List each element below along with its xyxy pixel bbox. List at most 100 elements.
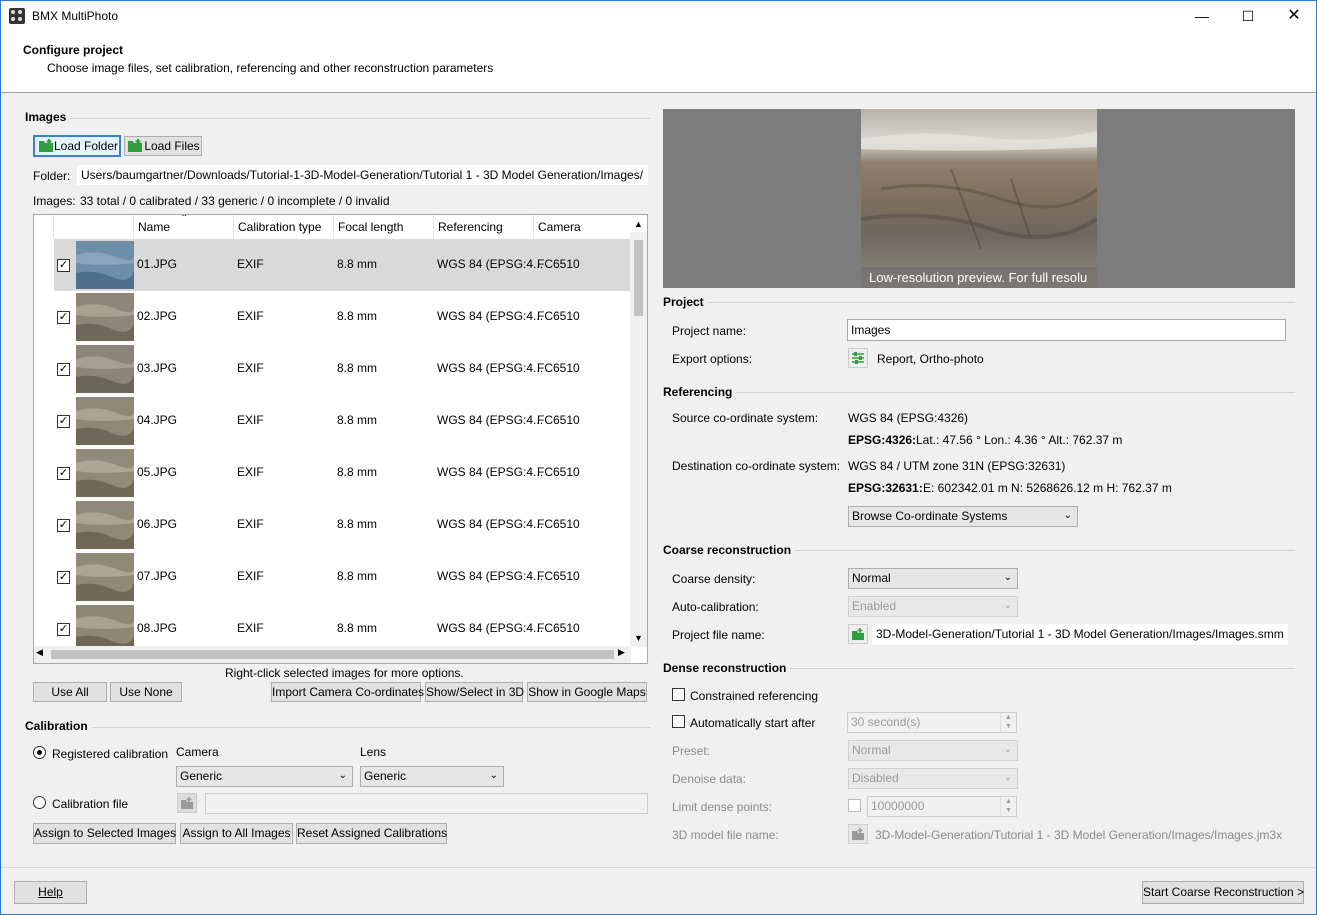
registered-calibration-radio[interactable] [33, 746, 46, 759]
table-vertical-scrollbar[interactable]: ▲ ▼ [630, 219, 647, 647]
reset-calibrations-button[interactable]: Reset Assigned Calibrations [296, 823, 447, 844]
use-all-button[interactable]: Use All [33, 682, 107, 702]
row-calibration: EXIF [237, 569, 264, 583]
row-referencing: WGS 84 (EPSG:4... [437, 465, 544, 479]
lens-select[interactable]: Generic ⌄ [360, 766, 504, 787]
table-row[interactable]: ✓ 01.JPG EXIF 8.8 mm WGS 84 (EPSG:4... FC6510 [54, 239, 631, 291]
scroll-right-icon[interactable]: ▶ [618, 647, 625, 658]
column-header-name[interactable]: Name ⌃ [134, 215, 234, 239]
load-folder-button[interactable]: Load Folder [33, 135, 121, 157]
page-title: Configure project [23, 43, 124, 57]
table-row[interactable]: ✓ 03.JPG EXIF 8.8 mm WGS 84 (EPSG:4... FC6510 [54, 343, 631, 395]
sort-ascending-icon: ⌃ [180, 214, 189, 224]
scroll-down-icon[interactable]: ▼ [630, 630, 647, 646]
camera-label: Camera [176, 745, 219, 759]
chevron-down-icon: ⌄ [489, 770, 498, 781]
row-name: 02.JPG [137, 309, 178, 323]
row-checkbox[interactable]: ✓ [57, 519, 70, 532]
destination-coordinates: E: 602342.01 m N: 5268626.12 m H: 762.37… [923, 481, 1172, 495]
preview-image [861, 109, 1097, 288]
export-settings-icon[interactable] [848, 348, 868, 368]
app-logo-icon [9, 8, 25, 24]
use-none-button[interactable]: Use None [110, 682, 182, 702]
row-checkbox[interactable]: ✓ [57, 259, 70, 272]
hscroll-thumb[interactable] [51, 650, 614, 659]
row-checkbox[interactable]: ✓ [57, 311, 70, 324]
row-name: 05.JPG [137, 465, 178, 479]
images-table[interactable]: Name ⌃ Calibration type Focal length Refe… [33, 214, 648, 664]
minimize-icon[interactable]: — [1179, 1, 1225, 31]
page-header: Configure project Choose image files, se… [1, 31, 1316, 93]
chevron-down-icon: ⌄ [1003, 744, 1012, 755]
project-file-name-label: Project file name: [672, 628, 765, 642]
row-camera: FC6510 [537, 517, 580, 531]
export-options-label: Export options: [672, 352, 753, 366]
auto-start-checkbox[interactable] [672, 715, 685, 728]
row-camera: FC6510 [537, 569, 580, 583]
show-google-maps-button[interactable]: Show in Google Maps [527, 682, 647, 702]
table-row[interactable]: ✓ 02.JPG EXIF 8.8 mm WGS 84 (EPSG:4... FC6510 [54, 291, 631, 343]
scroll-thumb[interactable] [634, 240, 643, 316]
row-checkbox[interactable]: ✓ [57, 571, 70, 584]
lens-select-value: Generic [364, 769, 407, 783]
folder-path-field[interactable]: /Users/baumgartner/Downloads/Tutorial-1-… [77, 165, 648, 185]
load-files-button[interactable]: Load Files [124, 136, 202, 156]
table-row[interactable]: ✓ 04.JPG EXIF 8.8 mm WGS 84 (EPSG:4... FC6510 [54, 395, 631, 447]
denoise-value: Disabled [852, 771, 899, 785]
row-referencing: WGS 84 (EPSG:4... [437, 361, 544, 375]
image-thumbnail [76, 553, 134, 601]
preset-select: Normal ⌄ [848, 740, 1018, 761]
scroll-up-icon[interactable]: ▲ [630, 216, 647, 232]
load-folder-label: Load Folder [53, 139, 119, 153]
constrained-referencing-label: Constrained referencing [690, 689, 819, 703]
maximize-icon[interactable]: ☐ [1225, 1, 1271, 31]
table-row[interactable]: ✓ 07.JPG EXIF 8.8 mm WGS 84 (EPSG:4... FC6510 [54, 551, 631, 603]
row-checkbox[interactable]: ✓ [57, 467, 70, 480]
scroll-left-icon[interactable]: ◀ [36, 647, 43, 658]
browse-calibration-file-icon[interactable] [177, 793, 197, 813]
column-header-calibration[interactable]: Calibration type [234, 215, 334, 239]
assign-selected-button[interactable]: Assign to Selected Images [33, 823, 176, 844]
row-referencing: WGS 84 (EPSG:4... [437, 413, 544, 427]
show-select-3d-button[interactable]: Show/Select in 3D [425, 682, 524, 702]
row-name: 08.JPG [137, 621, 178, 635]
images-section-title: Images [25, 110, 71, 124]
dense-section-title: Dense reconstruction [663, 661, 791, 675]
column-header-referencing[interactable]: Referencing [434, 215, 534, 239]
column-header-camera[interactable]: Camera [534, 215, 631, 239]
help-button[interactable]: Help [14, 881, 87, 904]
browse-coordinate-systems-select[interactable]: Browse Co-ordinate Systems ⌄ [848, 506, 1078, 527]
row-checkbox[interactable]: ✓ [57, 623, 70, 636]
column-header-focal[interactable]: Focal length [334, 215, 434, 239]
project-name-input[interactable]: Images [847, 319, 1286, 341]
row-referencing: WGS 84 (EPSG:4... [437, 569, 544, 583]
browse-cs-value: Browse Co-ordinate Systems [852, 509, 1008, 523]
row-referencing: WGS 84 (EPSG:4... [437, 517, 544, 531]
start-coarse-reconstruction-button[interactable]: Start Coarse Reconstruction > [1142, 881, 1304, 904]
auto-calibration-select: Enabled ⌄ [848, 596, 1018, 617]
load-files-label: Load Files [144, 139, 200, 153]
camera-select[interactable]: Generic ⌄ [176, 766, 353, 787]
row-checkbox[interactable]: ✓ [57, 415, 70, 428]
images-summary: 33 total / 0 calibrated / 33 generic / 0… [80, 194, 390, 208]
table-horizontal-scrollbar[interactable]: ◀ ▶ [34, 646, 631, 663]
preview-caption: Low-resolution preview. For full resolu [869, 270, 1088, 285]
referencing-section-title: Referencing [663, 385, 737, 399]
assign-all-button[interactable]: Assign to All Images [180, 823, 293, 844]
row-checkbox[interactable]: ✓ [57, 363, 70, 376]
coarse-density-value: Normal [852, 571, 891, 585]
row-referencing: WGS 84 (EPSG:4... [437, 257, 544, 271]
row-focal-length: 8.8 mm [337, 309, 378, 323]
constrained-referencing-checkbox[interactable] [672, 688, 685, 701]
close-icon[interactable]: ✕ [1271, 1, 1316, 31]
project-file-name-field[interactable]: 3D-Model-Generation/Tutorial 1 - 3D Mode… [872, 624, 1288, 645]
browse-model-file-icon [848, 824, 868, 844]
calibration-file-radio[interactable] [33, 796, 46, 809]
row-calibration: EXIF [237, 621, 264, 635]
browse-project-file-icon[interactable] [848, 624, 868, 644]
table-row[interactable]: ✓ 05.JPG EXIF 8.8 mm WGS 84 (EPSG:4... FC6510 [54, 447, 631, 499]
table-row[interactable]: ✓ 06.JPG EXIF 8.8 mm WGS 84 (EPSG:4... FC6510 [54, 499, 631, 551]
coarse-density-select[interactable]: Normal ⌄ [848, 568, 1018, 589]
import-camera-coordinates-button[interactable]: Import Camera Co-ordinates [271, 682, 424, 702]
row-calibration: EXIF [237, 465, 264, 479]
